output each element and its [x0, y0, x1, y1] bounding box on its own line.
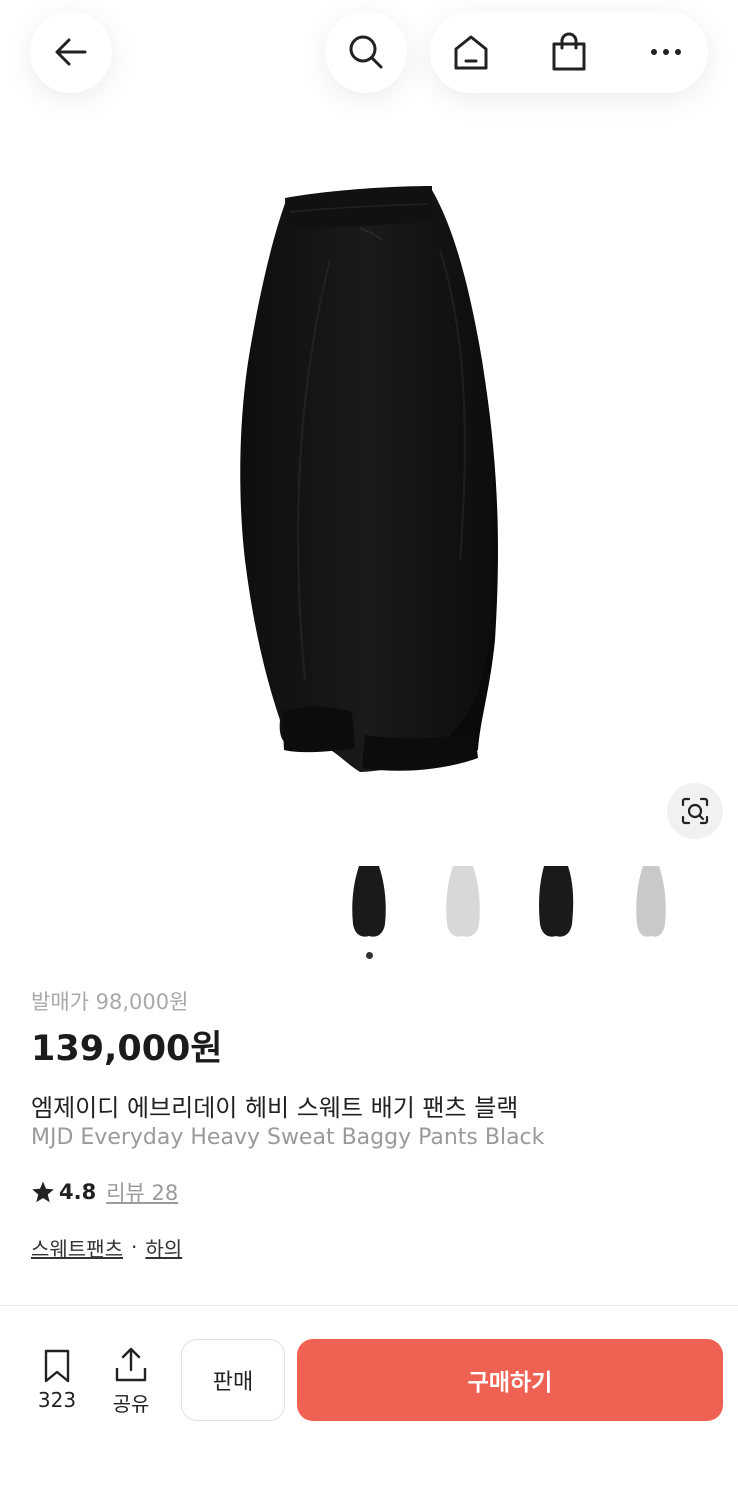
- share-button[interactable]: 공유: [104, 1346, 158, 1417]
- category-link-sweatpants[interactable]: 스웨트팬츠: [31, 1233, 123, 1262]
- thumbnail-image: [636, 866, 666, 937]
- search-button[interactable]: [325, 11, 407, 93]
- back-button[interactable]: [30, 11, 112, 93]
- bookmark-icon: [44, 1349, 70, 1383]
- thumbnail-image: [446, 866, 480, 937]
- review-link[interactable]: 리뷰 28: [106, 1177, 178, 1207]
- home-button[interactable]: [447, 28, 495, 76]
- image-search-button[interactable]: [667, 783, 723, 839]
- more-button[interactable]: [642, 28, 690, 76]
- cart-button[interactable]: [545, 28, 593, 76]
- product-price: 139,000원: [31, 1029, 223, 1069]
- category-link-bottoms[interactable]: 하의: [145, 1233, 182, 1262]
- active-thumbnail-dot: [366, 952, 373, 959]
- product-name-ko: 엠제이디 에브리데이 헤비 스웨트 배기 팬츠 블랙: [31, 1094, 519, 1122]
- bottom-action-bar: 323 공유 판매 구매하기: [0, 1318, 738, 1500]
- thumbnail-0[interactable]: [339, 860, 399, 944]
- thumbnail-image: [352, 866, 386, 937]
- category-separator: ·: [131, 1235, 138, 1259]
- rating-score: 4.8: [59, 1180, 97, 1204]
- shopping-bag-icon: [552, 32, 586, 71]
- share-label: 공유: [112, 1392, 150, 1416]
- release-price: 발매가 98,000원: [31, 990, 189, 1014]
- buy-button[interactable]: 구매하기: [297, 1339, 723, 1421]
- category-breadcrumb: 스웨트팬츠 · 하의: [31, 1232, 182, 1262]
- search-icon: [349, 35, 383, 69]
- home-icon: [454, 35, 488, 70]
- thumbnail-image: [539, 866, 574, 937]
- thumbnail-2[interactable]: [526, 860, 586, 944]
- header-actions: [430, 11, 708, 93]
- more-icon: [651, 49, 681, 55]
- star-icon: [32, 1181, 54, 1203]
- share-icon: [115, 1347, 147, 1382]
- divider: [0, 1305, 738, 1306]
- product-image[interactable]: [0, 120, 738, 850]
- thumbnail-3[interactable]: [621, 860, 681, 944]
- top-bar: [0, 0, 738, 120]
- bookmark-button[interactable]: 323: [30, 1348, 84, 1412]
- rating-row: 4.8 리뷰 28: [31, 1177, 178, 1207]
- arrow-left-icon: [55, 38, 87, 66]
- product-name-en: MJD Everyday Heavy Sweat Baggy Pants Bla…: [31, 1125, 545, 1150]
- thumbnail-1[interactable]: [433, 860, 493, 944]
- bookmark-count: 323: [37, 1388, 77, 1412]
- sell-button[interactable]: 판매: [181, 1339, 285, 1421]
- image-search-icon: [681, 797, 709, 825]
- sweatpants-image: [240, 186, 498, 772]
